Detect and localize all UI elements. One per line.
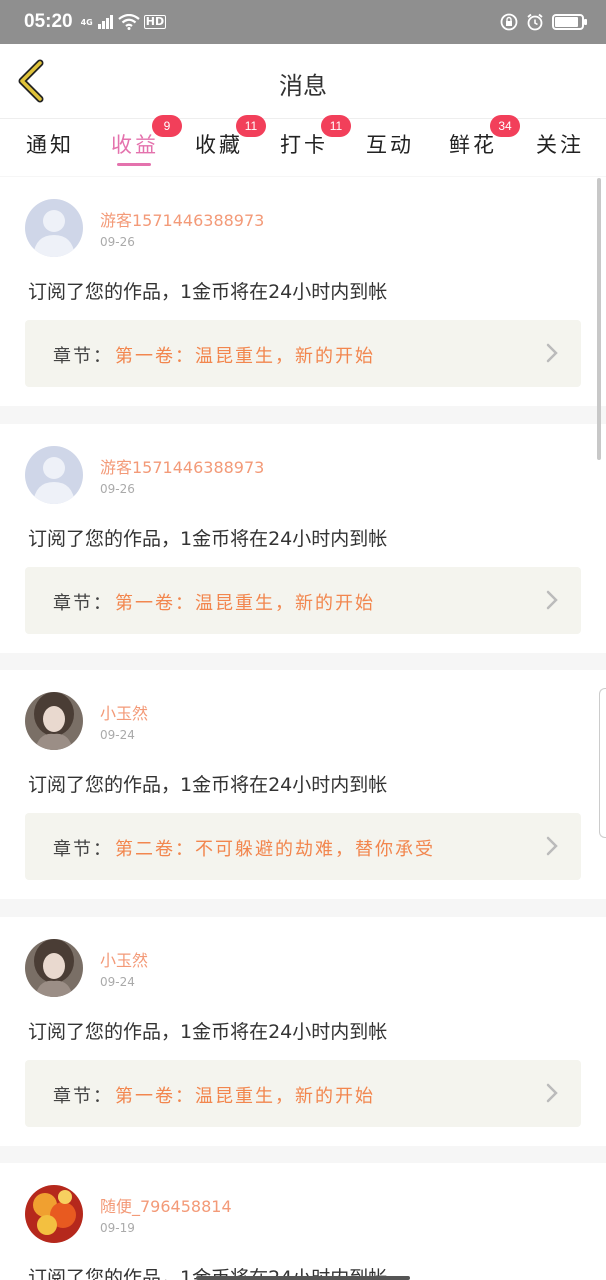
lock-rotation-icon bbox=[500, 13, 518, 31]
chapter-title: 第二卷：不可躲避的劫难，替你承受 bbox=[115, 839, 435, 860]
message-card[interactable]: 游客1571446388973 09-26 订阅了您的作品，1金币将在24小时内… bbox=[0, 424, 606, 653]
chevron-right-icon bbox=[546, 1083, 558, 1103]
chevron-right-icon bbox=[546, 836, 558, 856]
sender-name[interactable]: 随便_796458814 bbox=[100, 1193, 232, 1217]
chapter-link[interactable]: 章节： 第一卷：温昆重生，新的开始 bbox=[25, 320, 581, 387]
chapter-link[interactable]: 章节： 第二卷：不可躲避的劫难，替你承受 bbox=[25, 813, 581, 880]
chapter-link[interactable]: 章节： 第一卷：温昆重生，新的开始 bbox=[25, 1060, 581, 1127]
sender-name[interactable]: 小玉然 bbox=[100, 947, 148, 971]
tab-favorites[interactable]: 收藏 bbox=[195, 129, 243, 159]
message-text: 订阅了您的作品，1金币将在24小时内到帐 bbox=[28, 1021, 388, 1043]
tab-notifications[interactable]: 通知 bbox=[26, 129, 74, 159]
message-date: 09-26 bbox=[100, 235, 135, 249]
message-card[interactable]: 随便_796458814 09-19 订阅了您的作品，1金币将在24小时内到帐 bbox=[0, 1163, 606, 1280]
avatar[interactable] bbox=[25, 199, 83, 257]
signal-icon bbox=[97, 15, 113, 29]
photo-avatar-icon bbox=[25, 692, 83, 750]
photo-avatar-icon bbox=[25, 939, 83, 997]
battery-icon bbox=[552, 14, 587, 30]
default-avatar-icon bbox=[25, 199, 83, 257]
badge-earnings: 9 bbox=[152, 115, 182, 137]
badge-favorites: 11 bbox=[236, 115, 266, 137]
message-text: 订阅了您的作品，1金币将在24小时内到帐 bbox=[28, 281, 388, 303]
badge-flowers: 34 bbox=[490, 115, 520, 137]
chevron-right-icon bbox=[546, 590, 558, 610]
alarm-icon bbox=[527, 13, 543, 31]
status-bar: 05:20 4G HD bbox=[0, 0, 606, 44]
badge-checkin: 11 bbox=[321, 115, 351, 137]
avatar[interactable] bbox=[25, 1185, 83, 1243]
scrollbar[interactable] bbox=[597, 178, 601, 460]
message-card[interactable]: 小玉然 09-24 订阅了您的作品，1金币将在24小时内到帐 章节： 第一卷：温… bbox=[0, 917, 606, 1146]
page-title: 消息 bbox=[279, 72, 327, 100]
avatar[interactable] bbox=[25, 446, 83, 504]
default-avatar-icon bbox=[25, 446, 83, 504]
sender-name[interactable]: 小玉然 bbox=[100, 700, 148, 724]
avatar[interactable] bbox=[25, 692, 83, 750]
tab-flowers[interactable]: 鲜花 bbox=[449, 129, 497, 159]
message-date: 09-19 bbox=[100, 1221, 135, 1235]
edge-handle[interactable] bbox=[599, 688, 606, 838]
chapter-label: 章节： bbox=[53, 346, 113, 367]
message-card[interactable]: 小玉然 09-24 订阅了您的作品，1金币将在24小时内到帐 章节： 第二卷：不… bbox=[0, 670, 606, 899]
sender-name[interactable]: 游客1571446388973 bbox=[100, 207, 264, 231]
message-date: 09-24 bbox=[100, 728, 135, 742]
message-text: 订阅了您的作品，1金币将在24小时内到帐 bbox=[28, 774, 388, 796]
hd-indicator: HD bbox=[143, 15, 167, 29]
wifi-icon bbox=[118, 14, 140, 30]
tab-following[interactable]: 关注 bbox=[536, 129, 584, 159]
message-card[interactable]: 游客1571446388973 09-26 订阅了您的作品，1金币将在24小时内… bbox=[0, 177, 606, 406]
home-indicator[interactable] bbox=[196, 1276, 410, 1280]
avatar[interactable] bbox=[25, 939, 83, 997]
message-date: 09-26 bbox=[100, 482, 135, 496]
message-text: 订阅了您的作品，1金币将在24小时内到帐 bbox=[28, 528, 388, 550]
chevron-right-icon bbox=[546, 343, 558, 363]
chapter-label: 章节： bbox=[53, 839, 113, 860]
chapter-link[interactable]: 章节： 第一卷：温昆重生，新的开始 bbox=[25, 567, 581, 634]
tab-bar: 通知 收益 9 收藏 11 打卡 11 互动 鲜花 34 关注 bbox=[0, 115, 606, 176]
flower-avatar-icon bbox=[25, 1185, 83, 1243]
tab-interactions[interactable]: 互动 bbox=[366, 129, 414, 159]
chapter-title: 第一卷：温昆重生，新的开始 bbox=[115, 346, 375, 367]
sender-name[interactable]: 游客1571446388973 bbox=[100, 454, 264, 478]
status-time: 05:20 bbox=[24, 11, 73, 32]
network-type: 4G bbox=[80, 17, 93, 27]
tab-earnings[interactable]: 收益 bbox=[111, 129, 159, 159]
active-tab-indicator bbox=[117, 163, 151, 166]
chapter-label: 章节： bbox=[53, 1086, 113, 1107]
chapter-title: 第一卷：温昆重生，新的开始 bbox=[115, 1086, 375, 1107]
chapter-label: 章节： bbox=[53, 593, 113, 614]
chapter-title: 第一卷：温昆重生，新的开始 bbox=[115, 593, 375, 614]
message-date: 09-24 bbox=[100, 975, 135, 989]
app-header: 消息 bbox=[0, 44, 606, 118]
tab-checkin[interactable]: 打卡 bbox=[280, 129, 328, 159]
